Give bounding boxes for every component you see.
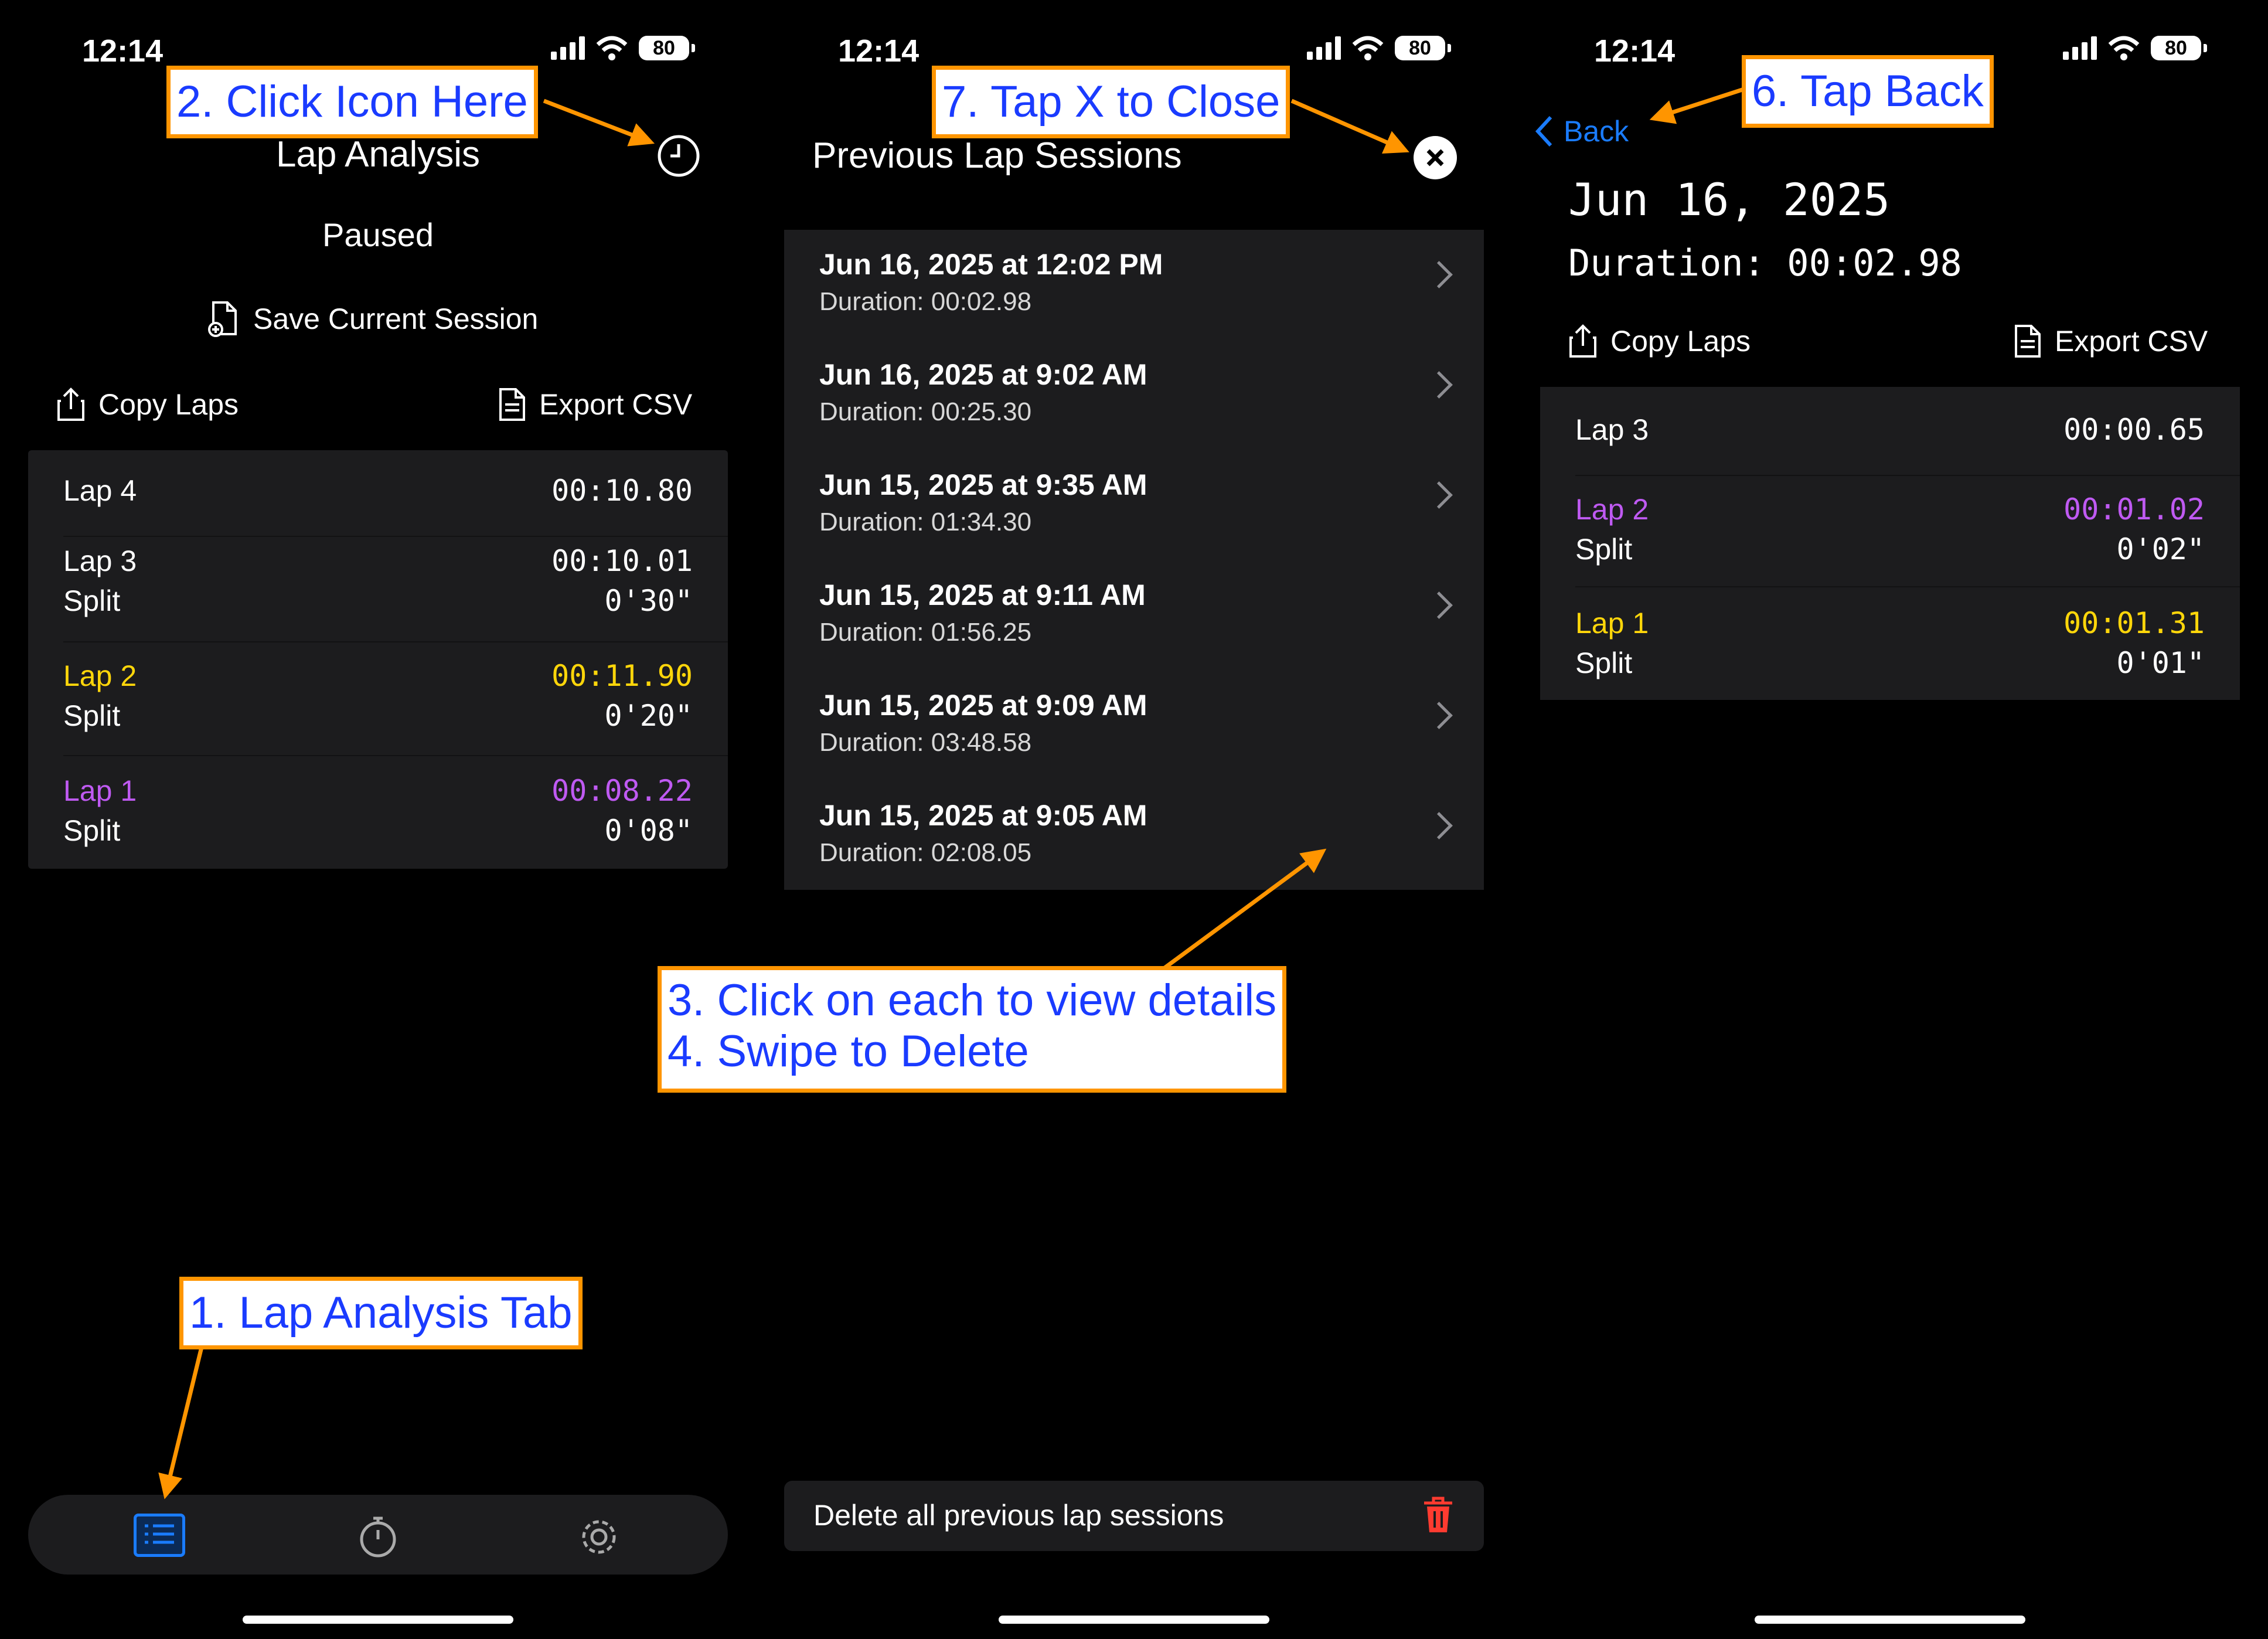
arrow-sessions: [1162, 848, 1327, 970]
callout-sessions-line1: 3. Click on each to view details: [668, 975, 1277, 1025]
callout-lap-tab: 1. Lap Analysis Tab: [179, 1277, 583, 1349]
arrow-tab: [158, 1346, 204, 1499]
arrow-clock: [543, 98, 655, 147]
callout-click-icon: 2. Click Icon Here: [166, 66, 538, 138]
callout-tap-close: 7. Tap X to Close: [932, 66, 1290, 138]
annotation-arrows: [158, 87, 1745, 1499]
arrow-back: [1649, 87, 1745, 124]
callout-tap-back: 6. Tap Back: [1742, 55, 1994, 128]
callout-sessions: 3. Click on each to view details 4. Swip…: [658, 966, 1287, 1093]
callout-sessions-line2: 4. Swipe to Delete: [668, 1026, 1029, 1077]
arrow-close: [1290, 98, 1409, 154]
